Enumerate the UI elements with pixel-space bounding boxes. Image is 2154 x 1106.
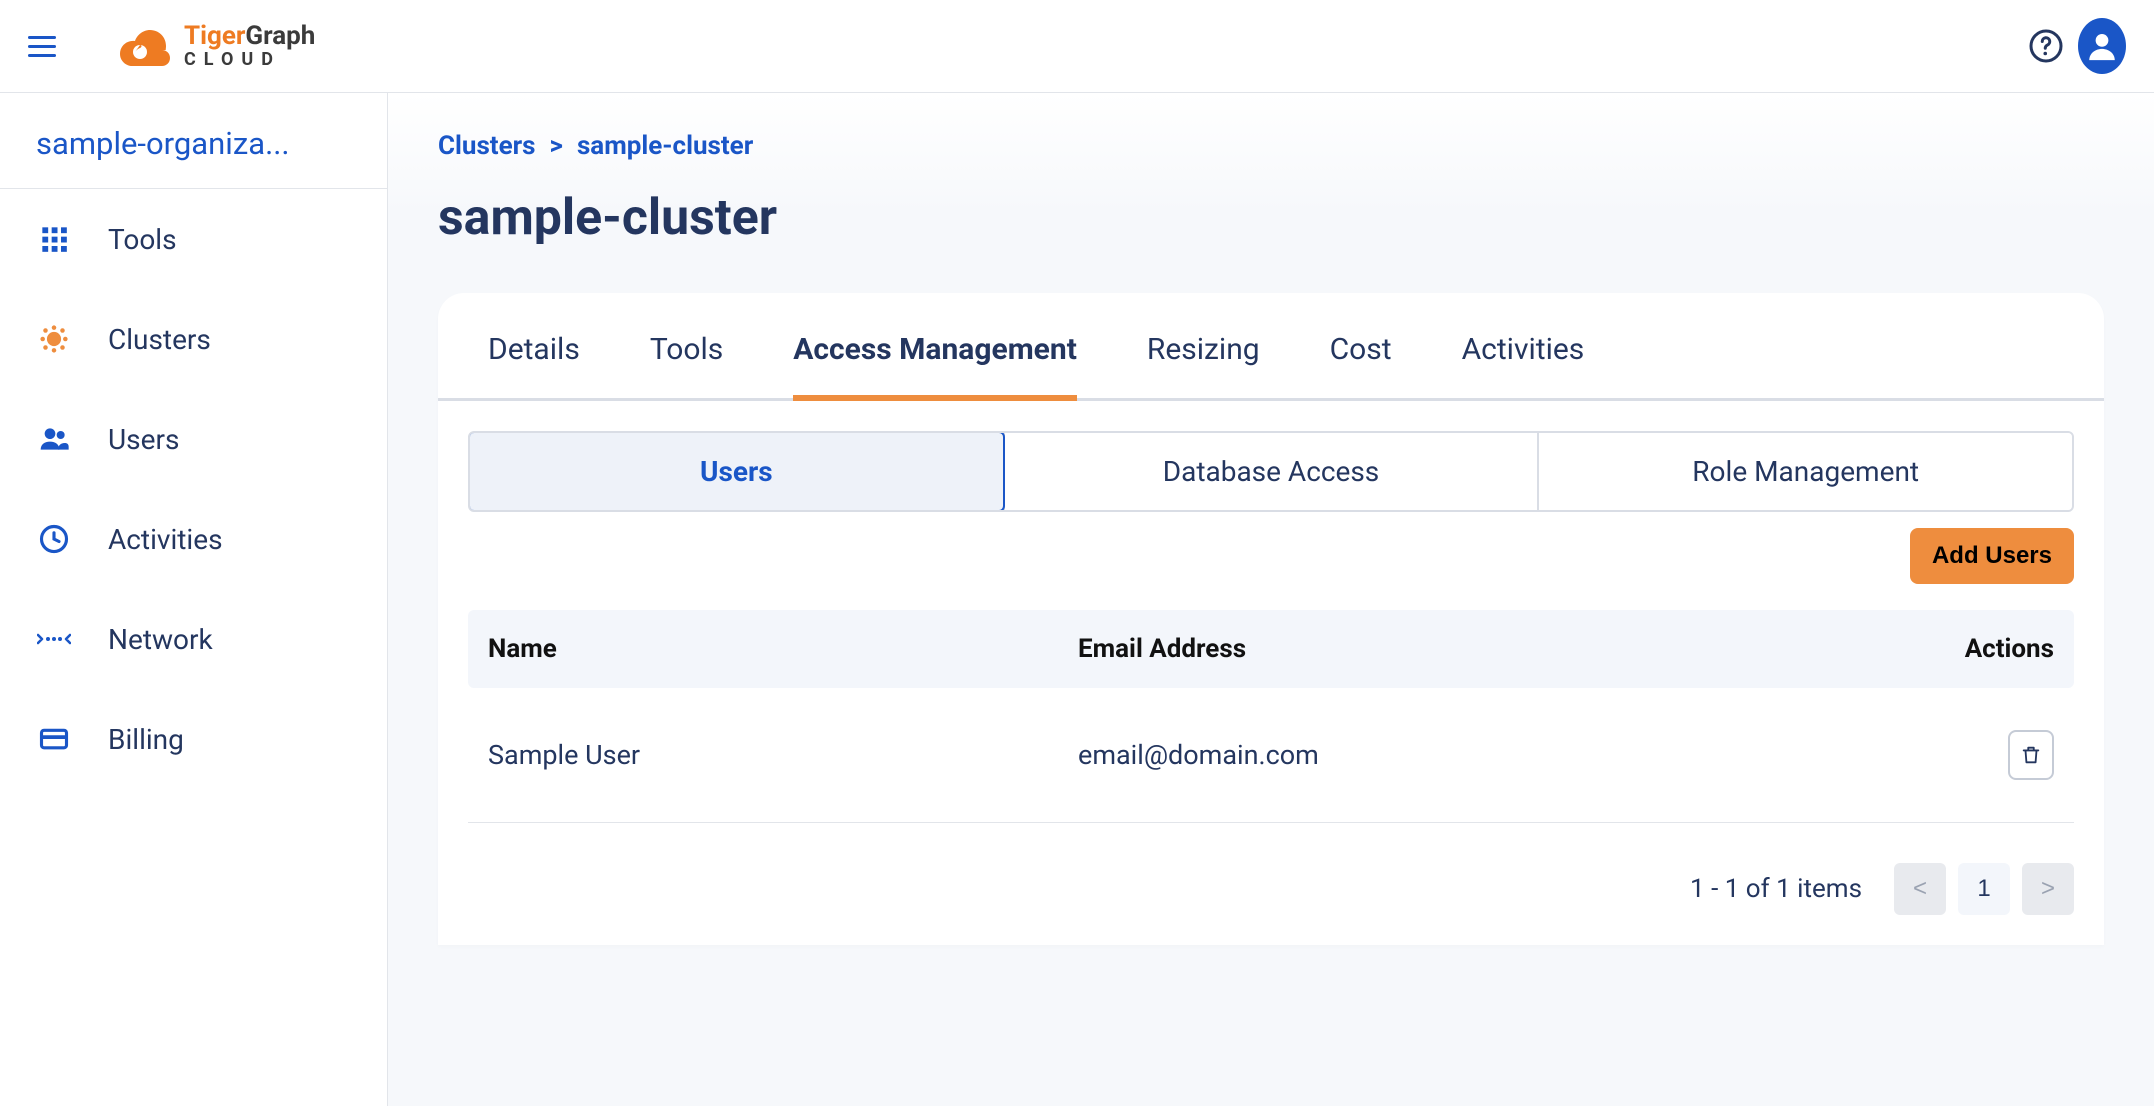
sidebar-item-users[interactable]: Users <box>0 389 387 489</box>
column-header-actions: Actions <box>1904 634 2054 664</box>
tab-details[interactable]: Details <box>488 332 580 401</box>
column-header-name: Name <box>488 634 1078 664</box>
subtab-database-access[interactable]: Database Access <box>1003 433 1538 510</box>
cluster-icon <box>34 319 74 359</box>
subtabs: Users Database Access Role Management <box>468 431 2074 512</box>
sidebar-item-activities[interactable]: Activities <box>0 489 387 589</box>
sidebar-item-label: Activities <box>108 523 223 556</box>
cell-name: Sample User <box>488 739 1078 771</box>
apps-grid-icon <box>34 219 74 259</box>
sidebar-item-billing[interactable]: Billing <box>0 689 387 789</box>
users-icon <box>34 419 74 459</box>
network-icon <box>34 619 74 659</box>
organization-selector[interactable]: sample-organiza... <box>0 93 387 189</box>
brand-word-tiger: Tiger <box>184 21 245 51</box>
pagination: 1 - 1 of 1 items < 1 > <box>438 823 2104 945</box>
topbar: TigerGraph CLOUD <box>0 0 2154 93</box>
sidebar: sample-organiza... Tools Clusters Users … <box>0 93 388 1106</box>
tigergraph-cloud-icon <box>118 22 174 70</box>
breadcrumb: Clusters > sample-cluster <box>438 131 2104 161</box>
subtab-role-management[interactable]: Role Management <box>1537 433 2072 510</box>
cell-email: email@domain.com <box>1078 739 1904 771</box>
tab-cost[interactable]: Cost <box>1330 332 1392 401</box>
breadcrumb-root[interactable]: Clusters <box>438 131 536 161</box>
help-button[interactable] <box>2022 22 2070 70</box>
table-row: Sample User email@domain.com <box>468 688 2074 823</box>
sidebar-item-label: Network <box>108 623 213 656</box>
account-button[interactable] <box>2078 22 2126 70</box>
clock-icon <box>34 519 74 559</box>
pagination-page-1[interactable]: 1 <box>1958 863 2010 915</box>
add-users-button[interactable]: Add Users <box>1910 528 2074 584</box>
help-icon <box>2028 28 2064 64</box>
brand-word-graph: Graph <box>245 21 315 51</box>
tab-resizing[interactable]: Resizing <box>1147 332 1260 401</box>
trash-icon <box>2020 743 2042 767</box>
sidebar-item-label: Billing <box>108 723 184 756</box>
sidebar-item-label: Tools <box>108 223 177 256</box>
table-head: Name Email Address Actions <box>468 610 2074 688</box>
pagination-next[interactable]: > <box>2022 863 2074 915</box>
brand-text: TigerGraph CLOUD <box>184 23 315 69</box>
sidebar-item-clusters[interactable]: Clusters <box>0 289 387 389</box>
sidebar-item-label: Users <box>108 423 179 456</box>
menu-toggle[interactable] <box>28 25 70 67</box>
tab-access-management[interactable]: Access Management <box>793 332 1077 401</box>
column-header-email: Email Address <box>1078 634 1904 664</box>
brand-word-cloud: CLOUD <box>184 51 315 69</box>
main-content: Clusters > sample-cluster sample-cluster… <box>388 93 2154 1106</box>
page-title: sample-cluster <box>438 189 2104 247</box>
breadcrumb-current[interactable]: sample-cluster <box>577 131 753 161</box>
pagination-prev[interactable]: < <box>1894 863 1946 915</box>
users-table: Name Email Address Actions Sample User e… <box>468 610 2074 823</box>
sidebar-item-network[interactable]: Network <box>0 589 387 689</box>
credit-card-icon <box>34 719 74 759</box>
subtab-users[interactable]: Users <box>468 431 1005 512</box>
tab-activities[interactable]: Activities <box>1462 332 1585 401</box>
breadcrumb-separator: > <box>550 131 563 161</box>
sidebar-item-tools[interactable]: Tools <box>0 189 387 289</box>
sidebar-item-label: Clusters <box>108 323 211 356</box>
delete-user-button[interactable] <box>2008 730 2054 780</box>
panel: Details Tools Access Management Resizing… <box>438 293 2104 945</box>
pagination-info: 1 - 1 of 1 items <box>1690 874 1862 904</box>
tab-tools[interactable]: Tools <box>650 332 723 401</box>
brand-logo[interactable]: TigerGraph CLOUD <box>118 22 315 70</box>
avatar-icon <box>2078 18 2126 74</box>
tabs: Details Tools Access Management Resizing… <box>438 293 2104 401</box>
